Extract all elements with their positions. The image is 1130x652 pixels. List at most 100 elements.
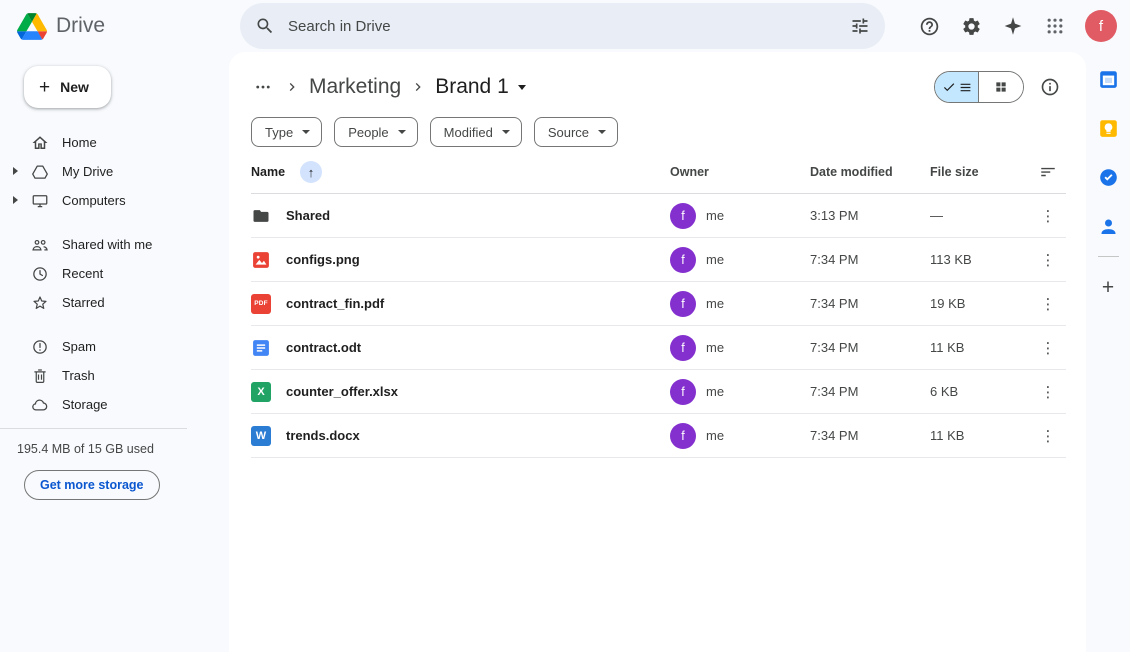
breadcrumb-current-label: Brand 1: [435, 75, 509, 99]
filter-modified-chip[interactable]: Modified: [430, 117, 522, 147]
file-size: 11 KB: [930, 340, 1030, 355]
sidebar-item-recent[interactable]: Recent: [0, 259, 229, 288]
table-row[interactable]: W trends.docx f me 7:34 PM 11 KB ⋮: [251, 414, 1066, 458]
search-input[interactable]: Search in Drive: [240, 3, 885, 49]
sidebar-item-trash[interactable]: Trash: [0, 361, 229, 390]
star-icon: [31, 294, 49, 312]
expand-arrow-icon[interactable]: [13, 196, 18, 204]
sidebar-item-storage[interactable]: Storage: [0, 390, 229, 419]
sort-ascending-icon[interactable]: ↑: [300, 161, 322, 183]
table-row[interactable]: Shared f me 3:13 PM — ⋮: [251, 194, 1066, 238]
search-icon[interactable]: [245, 6, 285, 46]
caret-down-icon: [398, 130, 406, 134]
owner-avatar: f: [670, 247, 696, 273]
sidebar-item-shared-with-me[interactable]: Shared with me: [0, 230, 229, 259]
filter-chips: Type People Modified Source: [229, 108, 1086, 149]
chip-label: Modified: [444, 125, 493, 140]
breadcrumb-current[interactable]: Brand 1: [427, 73, 534, 101]
row-menu-icon[interactable]: ⋮: [1034, 248, 1063, 272]
sidebar-item-label: Home: [62, 135, 97, 150]
file-size: 113 KB: [930, 252, 1030, 267]
top-bar: Drive Search in Drive f: [0, 0, 1130, 52]
row-menu-icon[interactable]: ⋮: [1034, 204, 1063, 228]
file-name: contract_fin.pdf: [286, 296, 384, 311]
row-menu-icon[interactable]: ⋮: [1034, 292, 1063, 316]
main-panel: Marketing Brand 1: [229, 52, 1086, 652]
info-icon[interactable]: [1030, 67, 1070, 107]
sort-lines-icon[interactable]: [1039, 163, 1057, 181]
chevron-right-icon: [410, 79, 426, 95]
table-row[interactable]: contract.odt f me 7:34 PM 11 KB ⋮: [251, 326, 1066, 370]
caret-down-icon: [302, 130, 310, 134]
sidebar-item-label: Spam: [62, 339, 96, 354]
breadcrumb-parent[interactable]: Marketing: [301, 73, 409, 101]
calendar-icon[interactable]: [1097, 68, 1119, 90]
user-avatar[interactable]: f: [1085, 10, 1117, 42]
left-sidebar: + New Home My Drive: [0, 52, 229, 652]
list-view-button[interactable]: [935, 72, 979, 102]
contacts-icon[interactable]: [1097, 215, 1119, 237]
sidebar-item-starred[interactable]: Starred: [0, 288, 229, 317]
table-row[interactable]: configs.png f me 7:34 PM 113 KB ⋮: [251, 238, 1066, 282]
clock-icon: [31, 265, 49, 283]
spam-alert-icon: [31, 338, 49, 356]
gemini-sparkle-icon[interactable]: [993, 6, 1033, 46]
content-area: + New Home My Drive: [0, 52, 1130, 652]
filter-people-chip[interactable]: People: [334, 117, 417, 147]
table-row[interactable]: PDF contract_fin.pdf f me 7:34 PM 19 KB …: [251, 282, 1066, 326]
owner-avatar: f: [670, 423, 696, 449]
get-more-storage-button[interactable]: Get more storage: [24, 470, 160, 500]
app-title: Drive: [56, 14, 105, 38]
caret-down-icon: [518, 85, 526, 90]
drive-home-link[interactable]: Drive: [0, 13, 229, 40]
plus-icon: +: [39, 78, 50, 97]
topbar-actions: f: [909, 6, 1130, 46]
expand-arrow-icon[interactable]: [13, 167, 18, 175]
date-modified: 3:13 PM: [810, 208, 930, 223]
apps-grid-icon[interactable]: [1035, 6, 1075, 46]
settings-gear-icon[interactable]: [951, 6, 991, 46]
row-menu-icon[interactable]: ⋮: [1034, 380, 1063, 404]
owner-name: me: [706, 428, 724, 443]
help-icon[interactable]: [909, 6, 949, 46]
column-header-name[interactable]: Name ↑: [251, 161, 670, 183]
file-table: Name ↑ Owner Date modified File size: [251, 151, 1066, 458]
caret-down-icon: [598, 130, 606, 134]
sidebar-item-home[interactable]: Home: [0, 128, 229, 157]
filter-source-chip[interactable]: Source: [534, 117, 618, 147]
row-menu-icon[interactable]: ⋮: [1034, 424, 1063, 448]
sidebar-item-computers[interactable]: Computers: [0, 186, 229, 215]
caret-down-icon: [502, 130, 510, 134]
drive-logo-icon: [17, 13, 47, 40]
tasks-icon[interactable]: [1097, 166, 1119, 188]
chip-label: Source: [548, 125, 589, 140]
nav-section-gap: [0, 317, 229, 332]
row-menu-icon[interactable]: ⋮: [1034, 336, 1063, 360]
table-row[interactable]: X counter_offer.xlsx f me 7:34 PM 6 KB ⋮: [251, 370, 1066, 414]
filter-type-chip[interactable]: Type: [251, 117, 322, 147]
file-name: contract.odt: [286, 340, 361, 355]
nav-section-gap: [0, 215, 229, 230]
owner-avatar: f: [670, 335, 696, 361]
column-header-modified: Date modified: [810, 165, 930, 179]
owner-name: me: [706, 384, 724, 399]
date-modified: 7:34 PM: [810, 428, 930, 443]
owner-avatar: f: [670, 203, 696, 229]
new-button-label: New: [60, 79, 89, 95]
keep-icon[interactable]: [1097, 117, 1119, 139]
sidebar-item-label: Starred: [62, 295, 105, 310]
sidebar-item-label: Shared with me: [62, 237, 152, 252]
column-header-owner: Owner: [670, 165, 810, 179]
home-icon: [31, 134, 49, 152]
grid-view-button[interactable]: [979, 72, 1023, 102]
computers-icon: [31, 192, 49, 210]
side-panel-divider: [1098, 256, 1119, 257]
breadcrumb-more-icon[interactable]: [243, 67, 283, 107]
sidebar-item-spam[interactable]: Spam: [0, 332, 229, 361]
search-options-icon[interactable]: [840, 6, 880, 46]
new-button[interactable]: + New: [24, 66, 111, 108]
shared-people-icon: [31, 236, 49, 254]
file-size: —: [930, 208, 1030, 223]
sidebar-item-my-drive[interactable]: My Drive: [0, 157, 229, 186]
add-panel-icon[interactable]: +: [1097, 276, 1119, 298]
